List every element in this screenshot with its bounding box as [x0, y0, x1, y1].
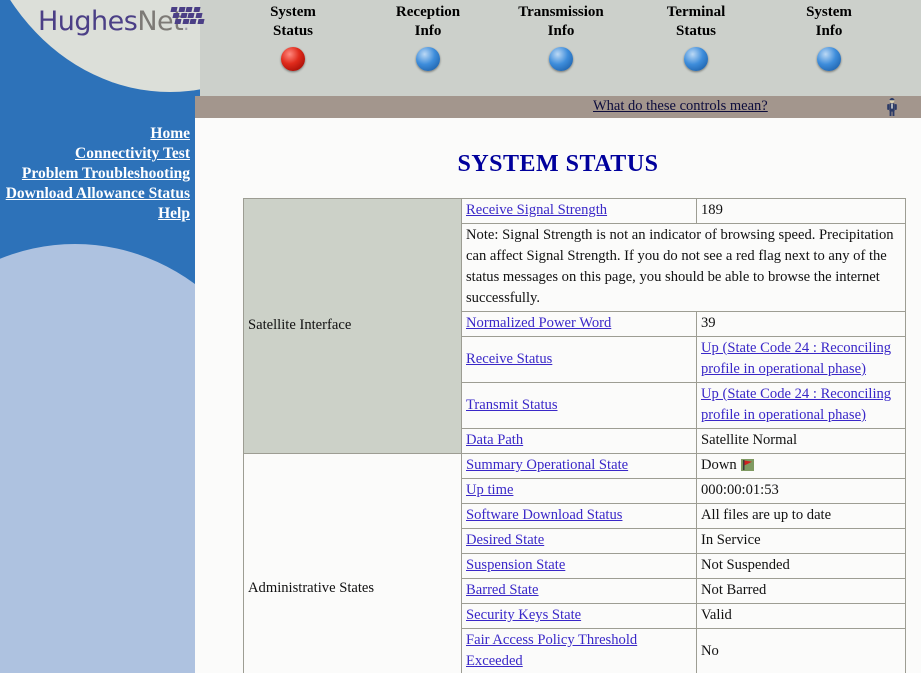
page-header: HughesNet. System Status Reception Info …: [0, 0, 921, 96]
signal-strength-note: Note: Signal Strength is not an indicato…: [461, 223, 906, 312]
transmit-status-value-link[interactable]: Up (State Code 24 : Reconciling profile …: [701, 386, 891, 423]
up-time-link[interactable]: Up time: [466, 482, 513, 498]
hughesnet-logo[interactable]: HughesNet.: [38, 6, 208, 46]
label-suspension-state: Suspension State: [461, 553, 697, 579]
table-row: Administrative States Summary Operationa…: [243, 453, 906, 673]
nav-label-line2: Status: [675, 23, 716, 39]
barred-state-link[interactable]: Barred State: [466, 582, 539, 598]
value-suspension-state: Not Suspended: [696, 553, 906, 579]
nav-label-line1: Reception: [395, 4, 461, 20]
fair-access-policy-link[interactable]: Fair Access Policy Threshold Exceeded: [466, 632, 637, 669]
receive-status-link[interactable]: Receive Status: [466, 351, 552, 367]
nav-item-transmission-info[interactable]: Transmission Info: [493, 0, 629, 96]
sidebar-item-help[interactable]: Help: [0, 204, 190, 224]
red-flag-icon: [740, 457, 754, 471]
blue-status-ball-icon[interactable]: [817, 47, 841, 71]
label-data-path: Data Path: [461, 428, 697, 454]
nav-label-line2: Info: [414, 23, 442, 39]
blue-status-ball-icon[interactable]: [416, 47, 440, 71]
label-summary-operational-state: Summary Operational State: [461, 453, 697, 479]
value-transmit-status: Up (State Code 24 : Reconciling profile …: [696, 382, 906, 429]
receive-status-value-link[interactable]: Up (State Code 24 : Reconciling profile …: [701, 340, 891, 377]
label-up-time: Up time: [461, 478, 697, 504]
page-title: SYSTEM STATUS: [457, 151, 659, 177]
sidebar-item-download-allowance-status[interactable]: Download Allowance Status: [0, 184, 190, 204]
nav-label-line2: Info: [815, 23, 843, 39]
main-content: SYSTEM STATUS Satellite Interface Receiv…: [195, 118, 921, 673]
nav-label-line1: System: [270, 4, 316, 20]
label-desired-state: Desired State: [461, 528, 697, 554]
summary-operational-state-text: Down: [701, 457, 737, 473]
system-status-page: HughesNet. System Status Reception Info …: [0, 0, 921, 673]
nav-label-line1: Terminal: [666, 4, 726, 20]
value-up-time: 000:00:01:53: [696, 478, 906, 504]
value-barred-state: Not Barred: [696, 578, 906, 604]
receive-signal-strength-link[interactable]: Receive Signal Strength: [466, 202, 607, 218]
desired-state-link[interactable]: Desired State: [466, 532, 544, 548]
value-receive-signal-strength: 189: [696, 198, 906, 224]
value-fair-access-policy: No: [696, 628, 906, 673]
blue-status-ball-icon[interactable]: [549, 47, 573, 71]
value-summary-operational-state: Down: [696, 453, 906, 479]
normalized-power-word-link[interactable]: Normalized Power Word: [466, 315, 611, 331]
value-security-keys-state: Valid: [696, 603, 906, 629]
label-fair-access-policy: Fair Access Policy Threshold Exceeded: [461, 628, 697, 673]
summary-operational-state-link[interactable]: Summary Operational State: [466, 457, 628, 473]
group-label-satellite-interface: Satellite Interface: [243, 198, 462, 454]
sidebar: Home Connectivity Test Problem Troublesh…: [0, 96, 195, 673]
system-status-table: Satellite Interface Receive Signal Stren…: [243, 198, 906, 673]
hughesnet-tiles-icon: [170, 7, 205, 27]
label-security-keys-state: Security Keys State: [461, 603, 697, 629]
software-download-status-link[interactable]: Software Download Status: [466, 507, 622, 523]
data-path-link[interactable]: Data Path: [466, 432, 523, 448]
value-normalized-power-word: 39: [696, 311, 906, 337]
transmit-status-link[interactable]: Transmit Status: [466, 397, 558, 413]
table-row: Satellite Interface Receive Signal Stren…: [243, 198, 906, 454]
label-transmit-status: Transmit Status: [461, 382, 697, 429]
group-label-administrative-states: Administrative States: [243, 453, 462, 673]
what-do-these-controls-mean-link[interactable]: What do these controls mean?: [593, 98, 768, 115]
nav-item-reception-info[interactable]: Reception Info: [360, 0, 496, 96]
value-data-path: Satellite Normal: [696, 428, 906, 454]
nav-label-line1: Transmission: [518, 4, 604, 20]
blue-status-ball-icon[interactable]: [684, 47, 708, 71]
nav-label-line2: Info: [547, 23, 575, 39]
label-normalized-power-word: Normalized Power Word: [461, 311, 697, 337]
nav-label-line1: System: [806, 4, 852, 20]
label-barred-state: Barred State: [461, 578, 697, 604]
sidebar-item-home[interactable]: Home: [0, 124, 190, 144]
sidebar-item-problem-troubleshooting[interactable]: Problem Troubleshooting: [0, 164, 190, 184]
value-software-download-status: All files are up to date: [696, 503, 906, 529]
sidebar-item-connectivity-test[interactable]: Connectivity Test: [0, 144, 190, 164]
label-receive-status: Receive Status: [461, 336, 697, 383]
nav-item-system-status[interactable]: System Status: [225, 0, 361, 96]
sidebar-decorative-arc: [0, 244, 195, 673]
controls-help-bar: What do these controls mean?: [195, 96, 921, 118]
value-desired-state: In Service: [696, 528, 906, 554]
nav-label-line2: Status: [272, 23, 313, 39]
red-status-ball-icon[interactable]: [281, 47, 305, 71]
suspension-state-link[interactable]: Suspension State: [466, 557, 565, 573]
logo-wordmark: HughesNet.: [38, 6, 189, 37]
nav-item-system-info[interactable]: System Info: [761, 0, 897, 96]
helper-person-icon[interactable]: [885, 97, 899, 117]
label-software-download-status: Software Download Status: [461, 503, 697, 529]
nav-item-terminal-status[interactable]: Terminal Status: [628, 0, 764, 96]
sidebar-links: Home Connectivity Test Problem Troublesh…: [0, 96, 195, 224]
value-receive-status: Up (State Code 24 : Reconciling profile …: [696, 336, 906, 383]
logo-hughes-text: Hughes: [38, 6, 138, 37]
security-keys-state-link[interactable]: Security Keys State: [466, 607, 581, 623]
label-receive-signal-strength: Receive Signal Strength: [461, 198, 697, 224]
